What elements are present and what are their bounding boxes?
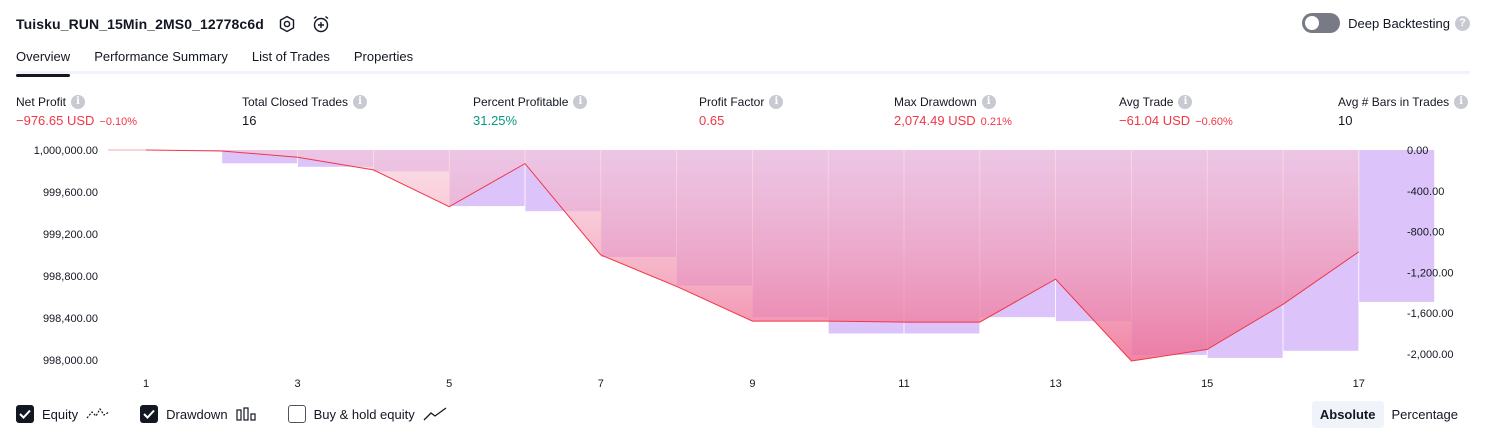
drawdown-checkbox[interactable] bbox=[140, 405, 159, 423]
metric-value: 31.25% bbox=[473, 113, 518, 128]
metric-value: 0.65 bbox=[699, 113, 725, 128]
absolute-button[interactable]: Absolute bbox=[1311, 401, 1384, 428]
metric-avg-bars: Avg # Bars in Trades i 10 bbox=[1338, 94, 1469, 128]
strategy-name: Tuisku_RUN_15Min_2MS0_12778c6d bbox=[16, 16, 264, 32]
deep-backtesting-label: Deep Backtesting bbox=[1348, 15, 1450, 31]
info-icon[interactable]: i bbox=[1454, 94, 1469, 109]
metric-percent: −0.10% bbox=[99, 116, 138, 128]
metric-label: Profit Factor bbox=[699, 94, 765, 109]
metric-net-profit: Net Profit i −976.65 USD −0.10% bbox=[16, 94, 137, 128]
metric-value: −976.65 USD bbox=[16, 113, 95, 128]
info-icon[interactable]: i bbox=[981, 94, 996, 109]
chart-legend: Equity Drawdown Buy & hold equity bbox=[16, 403, 477, 425]
toggle-knob bbox=[1305, 16, 1320, 30]
tab-overview[interactable]: Overview bbox=[16, 44, 71, 77]
left-axis-tick-label: 1,000,000.00 bbox=[34, 145, 98, 157]
metrics-row: Net Profit i −976.65 USD −0.10% Total Clos… bbox=[16, 94, 1470, 130]
equity-checkbox[interactable] bbox=[16, 405, 34, 423]
x-axis-tick-label: 3 bbox=[295, 378, 301, 390]
info-icon[interactable]: i bbox=[71, 94, 86, 109]
legend-buy-hold[interactable]: Buy & hold equity bbox=[287, 405, 447, 423]
left-axis-tick-label: 999,600.00 bbox=[43, 187, 98, 199]
metric-label: Percent Profitable bbox=[473, 94, 569, 109]
equity-drawdown-chart[interactable]: 1,000,000.00 999,600.00 999,200.00 998,800.… bbox=[0, 140, 1486, 398]
x-axis-tick-label: 13 bbox=[1049, 378, 1061, 390]
x-axis-tick-label: 11 bbox=[898, 378, 909, 390]
metric-percent: −0.60% bbox=[1195, 116, 1233, 128]
trend-line-icon bbox=[423, 407, 447, 421]
info-icon[interactable]: i bbox=[573, 94, 588, 109]
info-icon[interactable]: i bbox=[769, 94, 784, 109]
alarm-clock-plus-icon[interactable] bbox=[310, 13, 332, 35]
metric-value: −61.04 USD bbox=[1119, 113, 1191, 128]
right-axis-tick-label: -1,200.00 bbox=[1407, 267, 1453, 279]
metric-value: 10 bbox=[1338, 113, 1353, 128]
buy-hold-checkbox[interactable] bbox=[287, 405, 306, 423]
tab-performance-summary[interactable]: Performance Summary bbox=[94, 44, 228, 74]
display-mode-switch: Absolute Percentage bbox=[1311, 401, 1467, 428]
strategy-header: Tuisku_RUN_15Min_2MS0_12778c6d bbox=[16, 10, 332, 38]
report-tabs: Overview Performance Summary List of Tra… bbox=[16, 44, 1470, 77]
deep-backtesting-toggle[interactable] bbox=[1302, 13, 1341, 33]
metric-label: Avg Trade bbox=[1119, 94, 1174, 109]
legend-equity-label: Equity bbox=[42, 406, 79, 422]
metric-percent: 0.21% bbox=[980, 116, 1012, 128]
metric-total-closed-trades: Total Closed Trades i 16 bbox=[242, 94, 368, 128]
left-axis-tick-label: 999,200.00 bbox=[43, 229, 98, 241]
metric-value: 2,074.49 USD bbox=[894, 113, 976, 128]
right-axis-tick-label: -2,000.00 bbox=[1407, 349, 1453, 361]
right-axis-tick-label: -800.00 bbox=[1407, 227, 1444, 239]
help-icon[interactable]: ? bbox=[1455, 15, 1470, 31]
legend-drawdown-label: Drawdown bbox=[166, 406, 228, 422]
x-axis-tick-label: 1 bbox=[143, 378, 149, 390]
x-axis-tick-label: 15 bbox=[1201, 378, 1213, 390]
info-icon[interactable]: i bbox=[353, 94, 368, 109]
legend-buy-hold-label: Buy & hold equity bbox=[313, 406, 415, 422]
x-axis-tick-label: 5 bbox=[446, 378, 452, 390]
legend-drawdown[interactable]: Drawdown bbox=[140, 405, 257, 423]
x-axis-tick-label: 9 bbox=[749, 378, 755, 390]
left-axis-tick-label: 998,400.00 bbox=[43, 313, 98, 325]
left-axis-tick-label: 998,800.00 bbox=[43, 271, 98, 283]
metric-avg-trade: Avg Trade i −61.04 USD −0.60% bbox=[1119, 94, 1233, 128]
right-axis-tick-label: 0.00 bbox=[1407, 145, 1428, 157]
legend-equity[interactable]: Equity bbox=[16, 405, 110, 423]
metric-label: Avg # Bars in Trades bbox=[1338, 94, 1450, 109]
gear-icon[interactable] bbox=[276, 13, 298, 35]
tab-list-of-trades[interactable]: List of Trades bbox=[252, 44, 330, 74]
tab-properties[interactable]: Properties bbox=[354, 44, 413, 74]
x-axis-tick-label: 17 bbox=[1353, 378, 1365, 390]
metric-label: Max Drawdown bbox=[894, 94, 977, 109]
bar-chart-icon bbox=[235, 407, 258, 421]
percentage-button[interactable]: Percentage bbox=[1384, 401, 1467, 428]
equity-area bbox=[146, 150, 1359, 361]
metric-max-drawdown: Max Drawdown i 2,074.49 USD 0.21% bbox=[894, 94, 1012, 128]
metric-profit-factor: Profit Factor i 0.65 bbox=[699, 94, 784, 128]
deep-backtesting: Deep Backtesting ? bbox=[1302, 13, 1470, 33]
right-axis-tick-label: -400.00 bbox=[1407, 186, 1444, 198]
metric-label: Total Closed Trades bbox=[242, 94, 349, 109]
metric-value: 16 bbox=[242, 113, 257, 128]
equity-line-icon bbox=[86, 407, 110, 421]
info-icon[interactable]: i bbox=[1178, 94, 1193, 109]
x-axis-tick-label: 7 bbox=[598, 378, 604, 390]
metric-label: Net Profit bbox=[16, 94, 67, 109]
right-axis-tick-label: -1,600.00 bbox=[1407, 308, 1453, 320]
metric-percent-profitable: Percent Profitable i 31.25% bbox=[473, 94, 588, 128]
left-axis-tick-label: 998,000.00 bbox=[43, 355, 98, 367]
